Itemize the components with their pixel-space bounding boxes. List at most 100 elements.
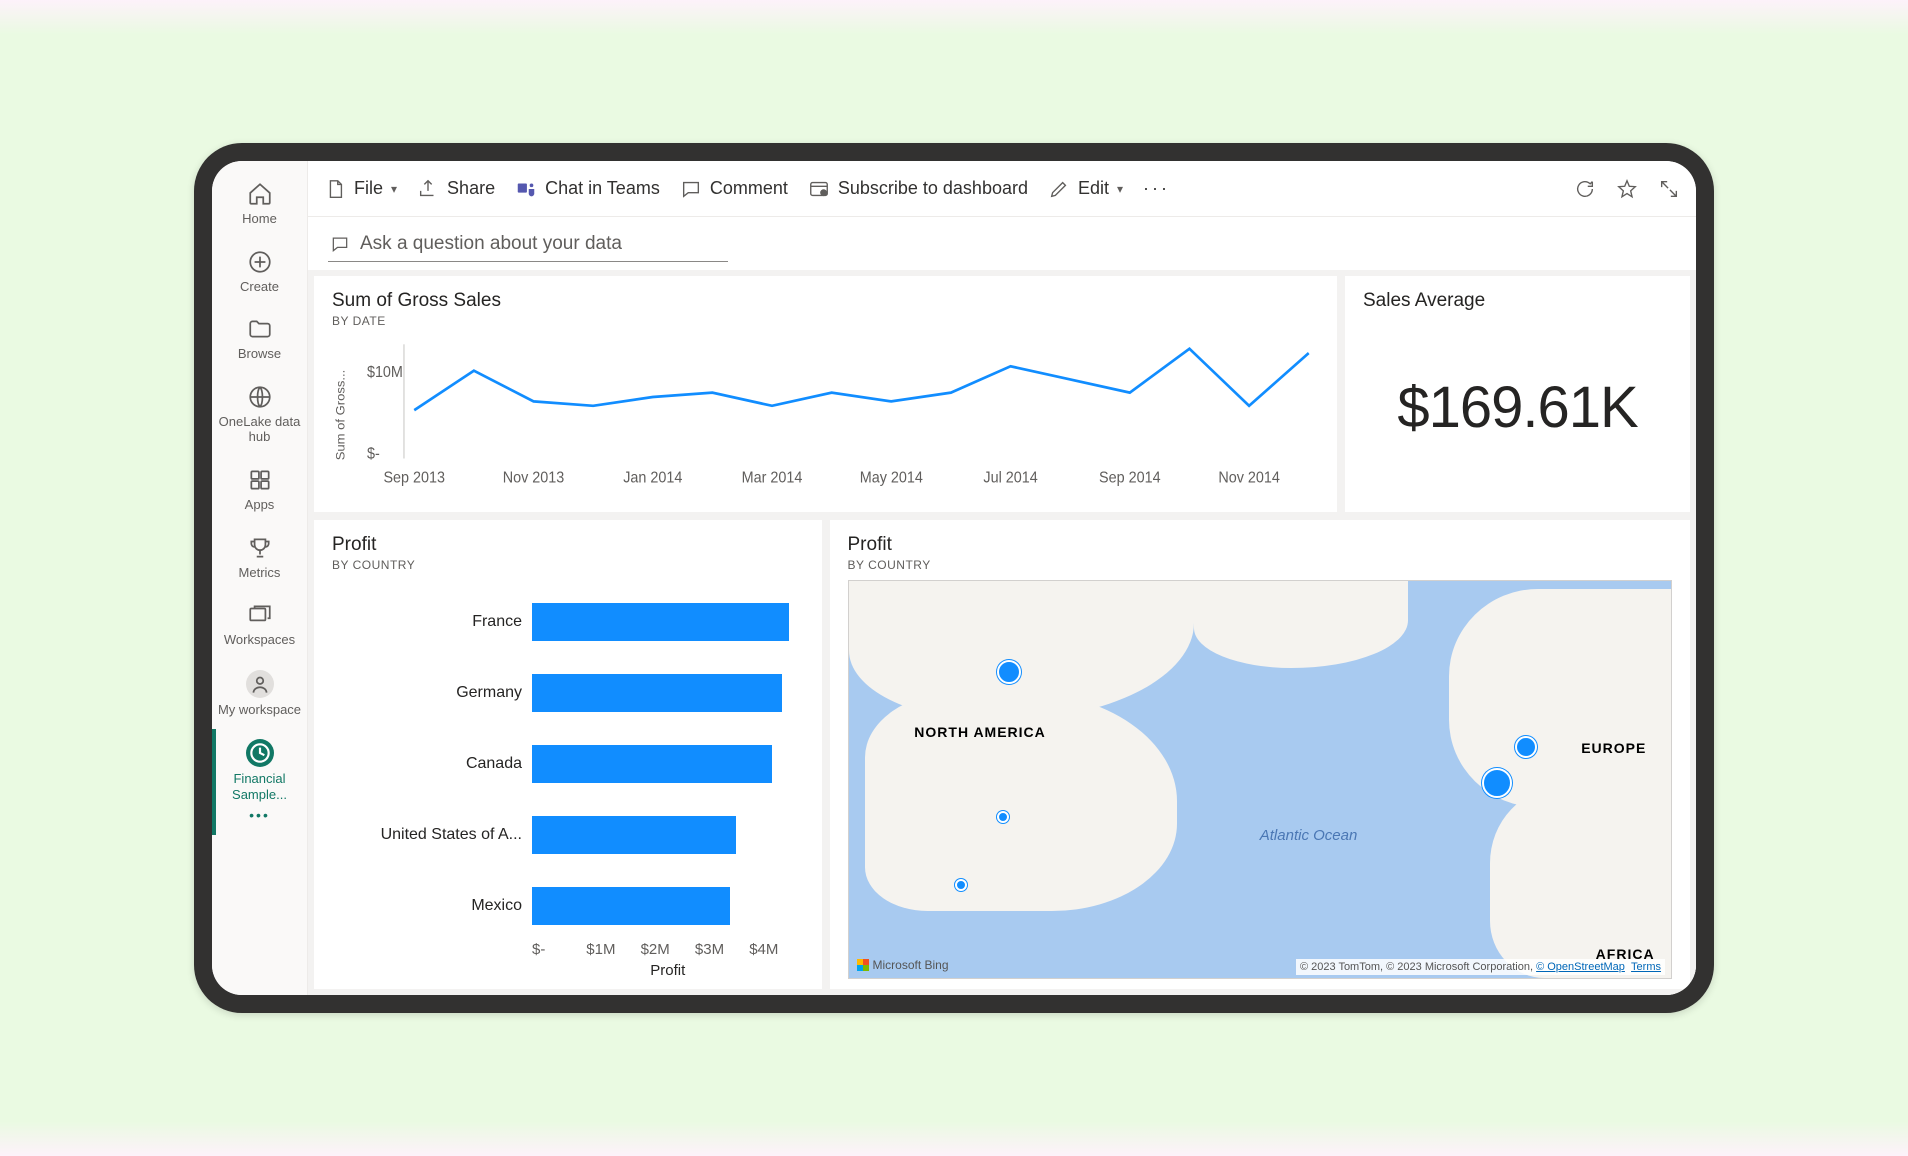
nav-apps[interactable]: Apps bbox=[212, 457, 307, 525]
bar-label: Mexico bbox=[332, 897, 532, 915]
tile-title: Sum of Gross Sales bbox=[332, 290, 1319, 312]
favorite-button[interactable] bbox=[1616, 178, 1638, 200]
nav-browse[interactable]: Browse bbox=[212, 306, 307, 374]
x-tick: $3M bbox=[695, 941, 749, 958]
tile-title: Profit bbox=[848, 534, 1673, 556]
tile-title: Sales Average bbox=[1363, 290, 1672, 312]
map-pin-germany[interactable] bbox=[1515, 736, 1537, 758]
qna-bar: Ask a question about your data bbox=[308, 217, 1696, 270]
svg-text:Mar 2014: Mar 2014 bbox=[742, 470, 803, 486]
map-pin-france[interactable] bbox=[1482, 768, 1512, 798]
tile-profit-map[interactable]: Profit BY COUNTRY NORTH AMERICA EUROPE A… bbox=[830, 520, 1691, 989]
bar-fill bbox=[532, 816, 736, 854]
map-pin-usa[interactable] bbox=[997, 811, 1009, 823]
chat-teams-button[interactable]: Chat in Teams bbox=[515, 178, 660, 200]
map-chart[interactable]: NORTH AMERICA EUROPE AFRICA Atlantic Oce… bbox=[848, 580, 1673, 979]
x-tick: $1M bbox=[586, 941, 640, 958]
osm-link[interactable]: © OpenStreetMap bbox=[1536, 961, 1625, 973]
subscribe-icon bbox=[808, 178, 830, 200]
trophy-icon bbox=[247, 535, 273, 561]
main-area: File ▾ Share Chat in Teams Comment bbox=[308, 161, 1696, 995]
teams-icon bbox=[515, 178, 537, 200]
comment-button[interactable]: Comment bbox=[680, 178, 788, 200]
dashboard-canvas: Sum of Gross Sales BY DATE Sum of Gross.… bbox=[308, 270, 1696, 995]
subscribe-button[interactable]: Subscribe to dashboard bbox=[808, 178, 1028, 200]
svg-text:Nov 2014: Nov 2014 bbox=[1218, 470, 1280, 486]
share-button[interactable]: Share bbox=[417, 178, 495, 200]
tile-gross-sales[interactable]: Sum of Gross Sales BY DATE Sum of Gross.… bbox=[314, 276, 1337, 512]
chat-bubble-icon bbox=[330, 234, 350, 254]
svg-text:Nov 2013: Nov 2013 bbox=[503, 470, 565, 486]
tile-subtitle: BY COUNTRY bbox=[332, 558, 804, 572]
nav-metrics[interactable]: Metrics bbox=[212, 525, 307, 593]
bar-fill bbox=[532, 603, 789, 641]
line-chart: Sum of Gross... $10M $- Sep 2013 Nov 2013… bbox=[332, 328, 1319, 502]
x-tick: $2M bbox=[641, 941, 695, 958]
bar-row: Mexico bbox=[332, 883, 804, 929]
share-label: Share bbox=[447, 178, 495, 199]
chevron-down-icon: ▾ bbox=[391, 182, 397, 196]
nav-onelake-label: OneLake data hub bbox=[216, 414, 303, 445]
refresh-button[interactable] bbox=[1574, 178, 1596, 200]
svg-text:May 2014: May 2014 bbox=[860, 470, 923, 486]
pencil-icon bbox=[1048, 178, 1070, 200]
nav-workspaces[interactable]: Workspaces bbox=[212, 592, 307, 660]
nav-my-workspace-label: My workspace bbox=[218, 702, 301, 718]
expand-icon bbox=[1658, 178, 1680, 200]
x-axis-label: Profit bbox=[332, 962, 804, 979]
toolbar: File ▾ Share Chat in Teams Comment bbox=[308, 161, 1696, 217]
y-tick: $- bbox=[367, 446, 380, 462]
nav-browse-label: Browse bbox=[238, 346, 281, 362]
qna-input[interactable]: Ask a question about your data bbox=[328, 227, 728, 262]
nav-home-label: Home bbox=[242, 211, 277, 227]
report-circle-icon bbox=[246, 739, 274, 767]
y-axis-label: Sum of Gross... bbox=[334, 370, 348, 461]
nav-financial-sample[interactable]: Financial Sample... ••• bbox=[212, 729, 307, 835]
tile-subtitle: BY COUNTRY bbox=[848, 558, 1673, 572]
apps-icon bbox=[247, 467, 273, 493]
map-provider-logo: Microsoft Bing bbox=[857, 958, 949, 972]
share-icon bbox=[417, 178, 439, 200]
tile-profit-bar[interactable]: Profit BY COUNTRY Country FranceGermanyC… bbox=[314, 520, 822, 989]
map-label-ocean: Atlantic Ocean bbox=[1260, 827, 1358, 844]
svg-text:Jan 2014: Jan 2014 bbox=[623, 470, 682, 486]
edit-menu[interactable]: Edit ▾ bbox=[1048, 178, 1123, 200]
more-dots-icon: ••• bbox=[249, 807, 270, 824]
bar-label: Germany bbox=[332, 684, 532, 702]
workspaces-icon bbox=[247, 602, 273, 628]
nav-create-label: Create bbox=[240, 279, 279, 295]
star-icon bbox=[1616, 178, 1638, 200]
tile-sales-average[interactable]: Sales Average $169.61K bbox=[1345, 276, 1690, 512]
x-tick: $- bbox=[532, 941, 586, 958]
more-button[interactable]: ··· bbox=[1143, 178, 1170, 199]
chat-label: Chat in Teams bbox=[545, 178, 660, 199]
nav-create[interactable]: Create bbox=[212, 239, 307, 307]
left-nav: Home Create Browse OneLake data hub Apps… bbox=[212, 161, 308, 995]
map-pin-canada[interactable] bbox=[997, 660, 1021, 684]
bar-fill bbox=[532, 745, 772, 783]
y-tick: $10M bbox=[367, 365, 403, 381]
tile-subtitle: BY DATE bbox=[332, 314, 1319, 328]
edit-label: Edit bbox=[1078, 178, 1109, 199]
nav-my-workspace[interactable]: My workspace bbox=[212, 660, 307, 730]
terms-link[interactable]: Terms bbox=[1631, 961, 1661, 973]
bar-fill bbox=[532, 887, 730, 925]
map-label-na: NORTH AMERICA bbox=[914, 724, 1045, 740]
map-label-eu: EUROPE bbox=[1581, 740, 1646, 756]
file-menu[interactable]: File ▾ bbox=[324, 178, 397, 200]
svg-text:Sep 2013: Sep 2013 bbox=[383, 470, 445, 486]
map-attribution: © 2023 TomTom, © 2023 Microsoft Corporat… bbox=[1296, 959, 1665, 975]
tile-title: Profit bbox=[332, 534, 804, 556]
bar-row: United States of A... bbox=[332, 812, 804, 858]
app-screen: Home Create Browse OneLake data hub Apps… bbox=[212, 161, 1696, 995]
fullscreen-button[interactable] bbox=[1658, 178, 1680, 200]
microsoft-logo-icon bbox=[857, 959, 869, 971]
subscribe-label: Subscribe to dashboard bbox=[838, 178, 1028, 199]
nav-financial-label: Financial Sample... bbox=[216, 771, 303, 802]
nav-onelake[interactable]: OneLake data hub bbox=[212, 374, 307, 457]
folder-icon bbox=[247, 316, 273, 342]
bar-label: France bbox=[332, 613, 532, 631]
bar-label: United States of A... bbox=[332, 826, 532, 844]
nav-home[interactable]: Home bbox=[212, 171, 307, 239]
bar-row: Canada bbox=[332, 741, 804, 787]
